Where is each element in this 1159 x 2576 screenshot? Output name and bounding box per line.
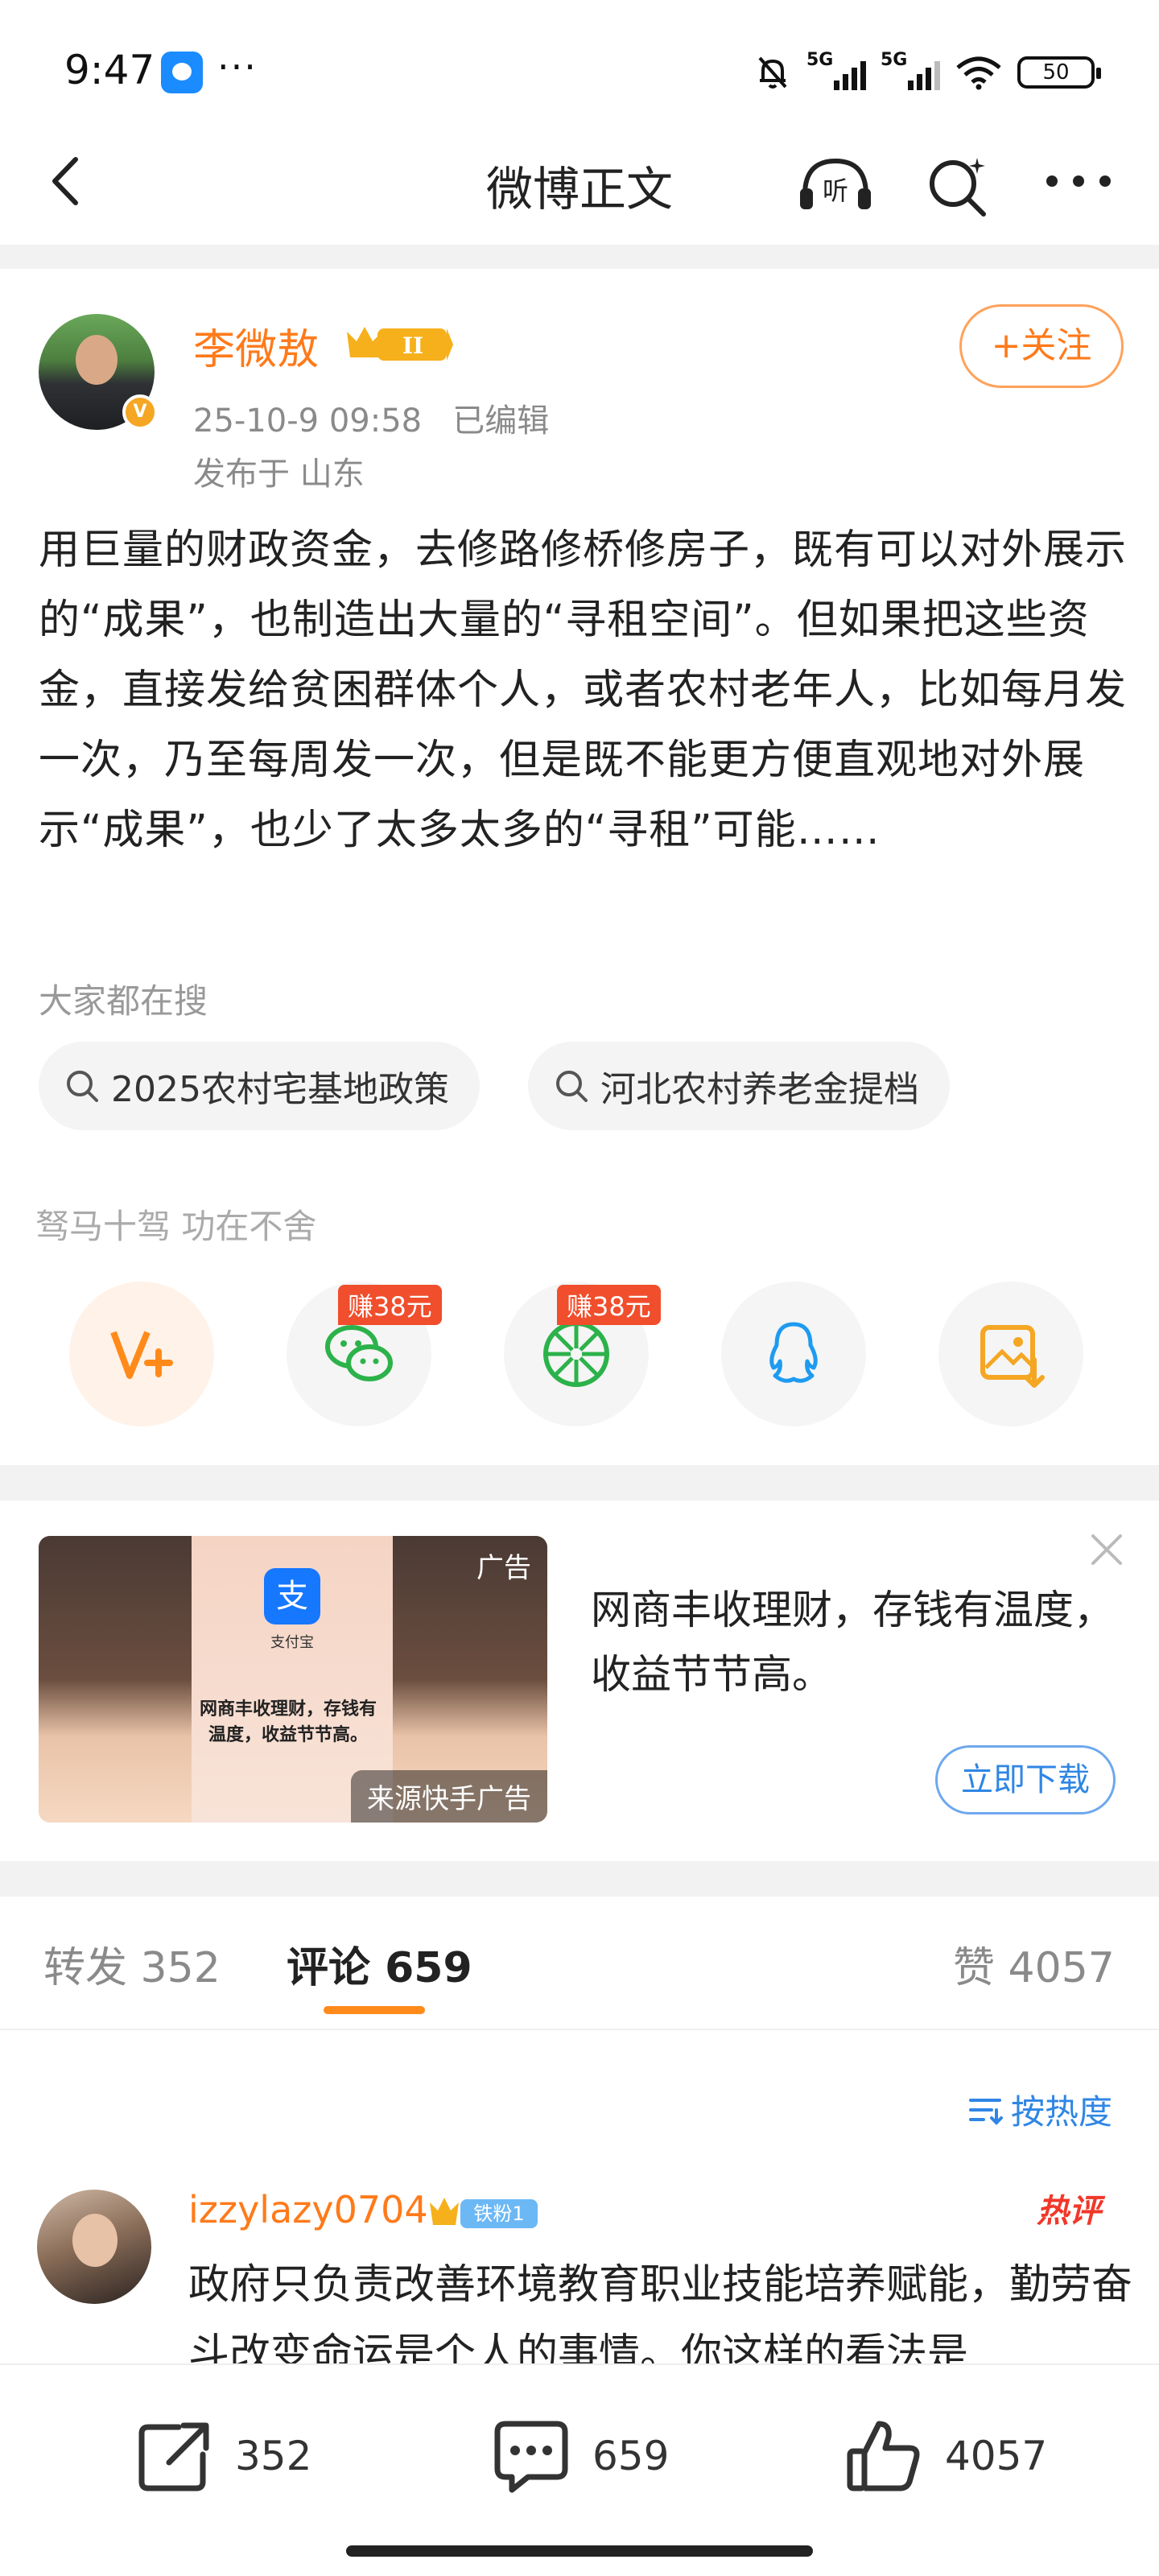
ad-panel-left xyxy=(39,1536,192,1823)
listen-button[interactable]: 听 xyxy=(797,155,874,211)
hot-search-text: 2025农村宅基地政策 xyxy=(111,1069,449,1110)
post-body: 用巨量的财政资金，去修路修桥修房子，既有可以对外展示的“成果”，也制造出大量的“… xyxy=(39,526,1128,854)
comment-username[interactable]: izzylazy0704 xyxy=(188,2188,428,2231)
repost-count: 352 xyxy=(235,2433,312,2479)
tab-repost[interactable]: 转发 352 xyxy=(43,1934,221,1994)
bottom-action-bar: 352 659 4057 xyxy=(0,2363,1159,2576)
ad-image[interactable]: 支 支付宝 网商丰收理财，存钱有温度，收益节节高。 广告 来源快手广告 xyxy=(39,1536,547,1823)
close-icon[interactable] xyxy=(1087,1530,1127,1570)
nav-bar: 微博正文 听 xyxy=(0,121,1159,242)
alipay-logo-icon: 支 xyxy=(264,1568,320,1624)
like-count: 4057 xyxy=(945,2433,1048,2479)
weibo-v-plus-icon xyxy=(110,1331,173,1379)
status-time: 9:47 xyxy=(64,47,155,93)
save-image-button[interactable] xyxy=(938,1282,1083,1426)
comment-avatar[interactable] xyxy=(37,2190,151,2304)
post-timestamp: 25-10-9 09:58 已编辑 xyxy=(193,402,550,440)
svg-text:铁粉1: 铁粉1 xyxy=(473,2202,524,2225)
tabs-divider xyxy=(0,2029,1159,2030)
hot-search-label: 大家都在搜 xyxy=(39,981,208,1021)
post-location: 发布于 山东 xyxy=(193,456,365,493)
tab-like[interactable]: 赞 4057 xyxy=(953,1934,1115,1994)
member-level-badge-icon: II xyxy=(347,327,453,361)
section-divider xyxy=(0,1465,1159,1501)
ad-source: 来源快手广告 xyxy=(351,1770,547,1823)
share-weibo-button[interactable] xyxy=(69,1282,214,1426)
sort-label: 按热度 xyxy=(1011,2092,1113,2132)
search-icon xyxy=(556,1071,588,1102)
search-icon[interactable] xyxy=(924,153,992,217)
sort-icon xyxy=(969,2098,1003,2125)
tab-comment[interactable]: 评论 659 xyxy=(287,1934,472,1994)
qq-icon xyxy=(769,1322,818,1383)
verified-badge-icon: V xyxy=(122,394,158,430)
section-divider xyxy=(0,1861,1159,1897)
battery-icon: 50 xyxy=(1017,56,1101,89)
fan-badge: 铁粉1 xyxy=(430,2198,538,2228)
comment-icon xyxy=(494,2421,568,2493)
earn-reward-badge: 赚38元 xyxy=(338,1285,442,1325)
more-notifications-icon: ··· xyxy=(217,45,258,89)
mute-bell-icon xyxy=(758,56,787,89)
status-icons: 5G 5G 50 xyxy=(753,48,1101,97)
like-button[interactable]: 4057 xyxy=(843,2412,1047,2500)
status-bar: 9:47 ··· 5G 5G 50 xyxy=(0,0,1159,121)
headphones-icon: 听 xyxy=(800,158,871,209)
save-image-icon xyxy=(980,1325,1045,1388)
wechat-icon xyxy=(325,1325,393,1381)
hot-comment-tag: 热评 xyxy=(1037,2193,1101,2230)
ad-app-label: 支付宝 xyxy=(270,1634,314,1651)
repost-icon xyxy=(138,2422,209,2491)
svg-text:II: II xyxy=(402,332,423,359)
earn-reward-badge: 赚38元 xyxy=(557,1285,661,1325)
follow-button[interactable]: +关注 xyxy=(959,304,1124,388)
notification-app-icon xyxy=(161,52,203,93)
thumbs-up-icon xyxy=(847,2421,920,2491)
comment-button[interactable]: 659 xyxy=(491,2412,669,2500)
download-button[interactable]: 立即下载 xyxy=(935,1745,1116,1814)
active-tab-indicator xyxy=(324,2006,425,2014)
home-indicator[interactable] xyxy=(346,2545,813,2557)
hot-search-chip[interactable]: 河北农村养老金提档 xyxy=(528,1042,950,1130)
comment-count: 659 xyxy=(592,2433,670,2479)
wifi-icon xyxy=(956,56,1001,90)
share-slogan: 驽马十驾 功在不舍 xyxy=(35,1207,317,1246)
more-options-icon[interactable] xyxy=(1042,169,1115,193)
hot-search-text: 河北农村养老金提档 xyxy=(600,1069,919,1110)
cell-signal-1-icon: 5G xyxy=(806,50,866,90)
repost-button[interactable]: 352 xyxy=(134,2412,311,2500)
cell-signal-2-icon: 5G xyxy=(881,50,940,90)
ad-tag: 广告 xyxy=(476,1552,531,1584)
ad-image-caption: 网商丰收理财，存钱有温度，收益节节高。 xyxy=(199,1699,377,1745)
share-qq-button[interactable] xyxy=(721,1282,866,1426)
section-divider xyxy=(0,245,1159,269)
author-name[interactable]: 李微敖 xyxy=(193,316,319,376)
svg-text:听: 听 xyxy=(823,175,848,206)
search-icon xyxy=(67,1071,98,1102)
sort-button[interactable]: 按热度 xyxy=(967,2085,1112,2134)
hot-search-chip[interactable]: 2025农村宅基地政策 xyxy=(39,1042,480,1130)
moments-icon xyxy=(543,1321,609,1387)
ad-text[interactable]: 网商丰收理财，存钱有温度，收益节节高。 xyxy=(591,1578,1122,1707)
